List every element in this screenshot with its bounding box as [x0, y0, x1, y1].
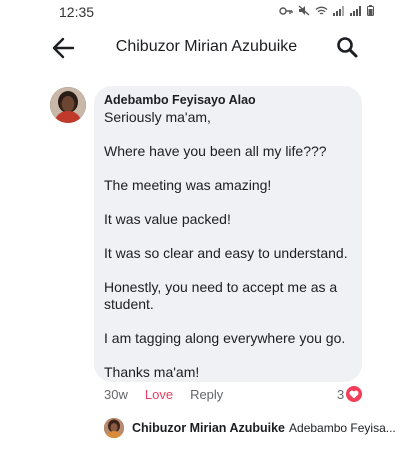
reply-button[interactable]: Reply [190, 387, 223, 402]
reply-preview-row[interactable]: Chibuzor Mirian Azubuike Adebambo Feyisa… [104, 418, 396, 438]
comment-actions: 30w Love Reply [104, 387, 223, 402]
love-button[interactable]: Love [145, 387, 173, 402]
comment-line: It was so clear and easy to understand. [104, 245, 348, 261]
reaction-summary[interactable]: 3 [337, 386, 363, 402]
reply-avatar[interactable] [104, 418, 124, 438]
status-time: 12:35 [59, 4, 95, 20]
comment-line: The meeting was amazing! [104, 177, 272, 193]
wifi-icon [315, 6, 328, 20]
reply-author[interactable]: Chibuzor Mirian Azubuike [132, 421, 285, 435]
comment-line: Seriously ma'am, [104, 109, 211, 125]
comment-line: It was value packed! [104, 211, 231, 227]
header: Chibuzor Mirian Azubuike [0, 30, 413, 66]
key-icon [279, 6, 293, 20]
comment-line: Thanks ma'am! [104, 364, 200, 380]
comment-line: Where have you been all my life??? [104, 143, 327, 159]
heart-icon [346, 386, 363, 402]
status-bar: 12:35 [0, 0, 413, 24]
reply-preview-text: Adebambo Feyisa... [289, 421, 396, 435]
comment-timestamp: 30w [104, 387, 128, 402]
reaction-count: 3 [337, 386, 345, 402]
comment-line: Honestly, you need to accept me as a [104, 279, 338, 295]
signal-icon [333, 5, 345, 20]
mute-icon [298, 5, 310, 20]
battery-icon [367, 5, 374, 20]
commenter-avatar[interactable] [50, 87, 86, 123]
comment-line: student. [104, 296, 154, 312]
signal-icon [350, 5, 362, 20]
search-button[interactable] [335, 35, 359, 59]
comment-line: I am tagging along everywhere you go. [104, 330, 346, 346]
status-icons [279, 5, 374, 20]
comment-bubble: Adebambo Feyisayo Alao Seriously ma'am, … [94, 86, 362, 382]
comment-author[interactable]: Adebambo Feyisayo Alao [104, 93, 352, 107]
search-icon [337, 37, 358, 58]
